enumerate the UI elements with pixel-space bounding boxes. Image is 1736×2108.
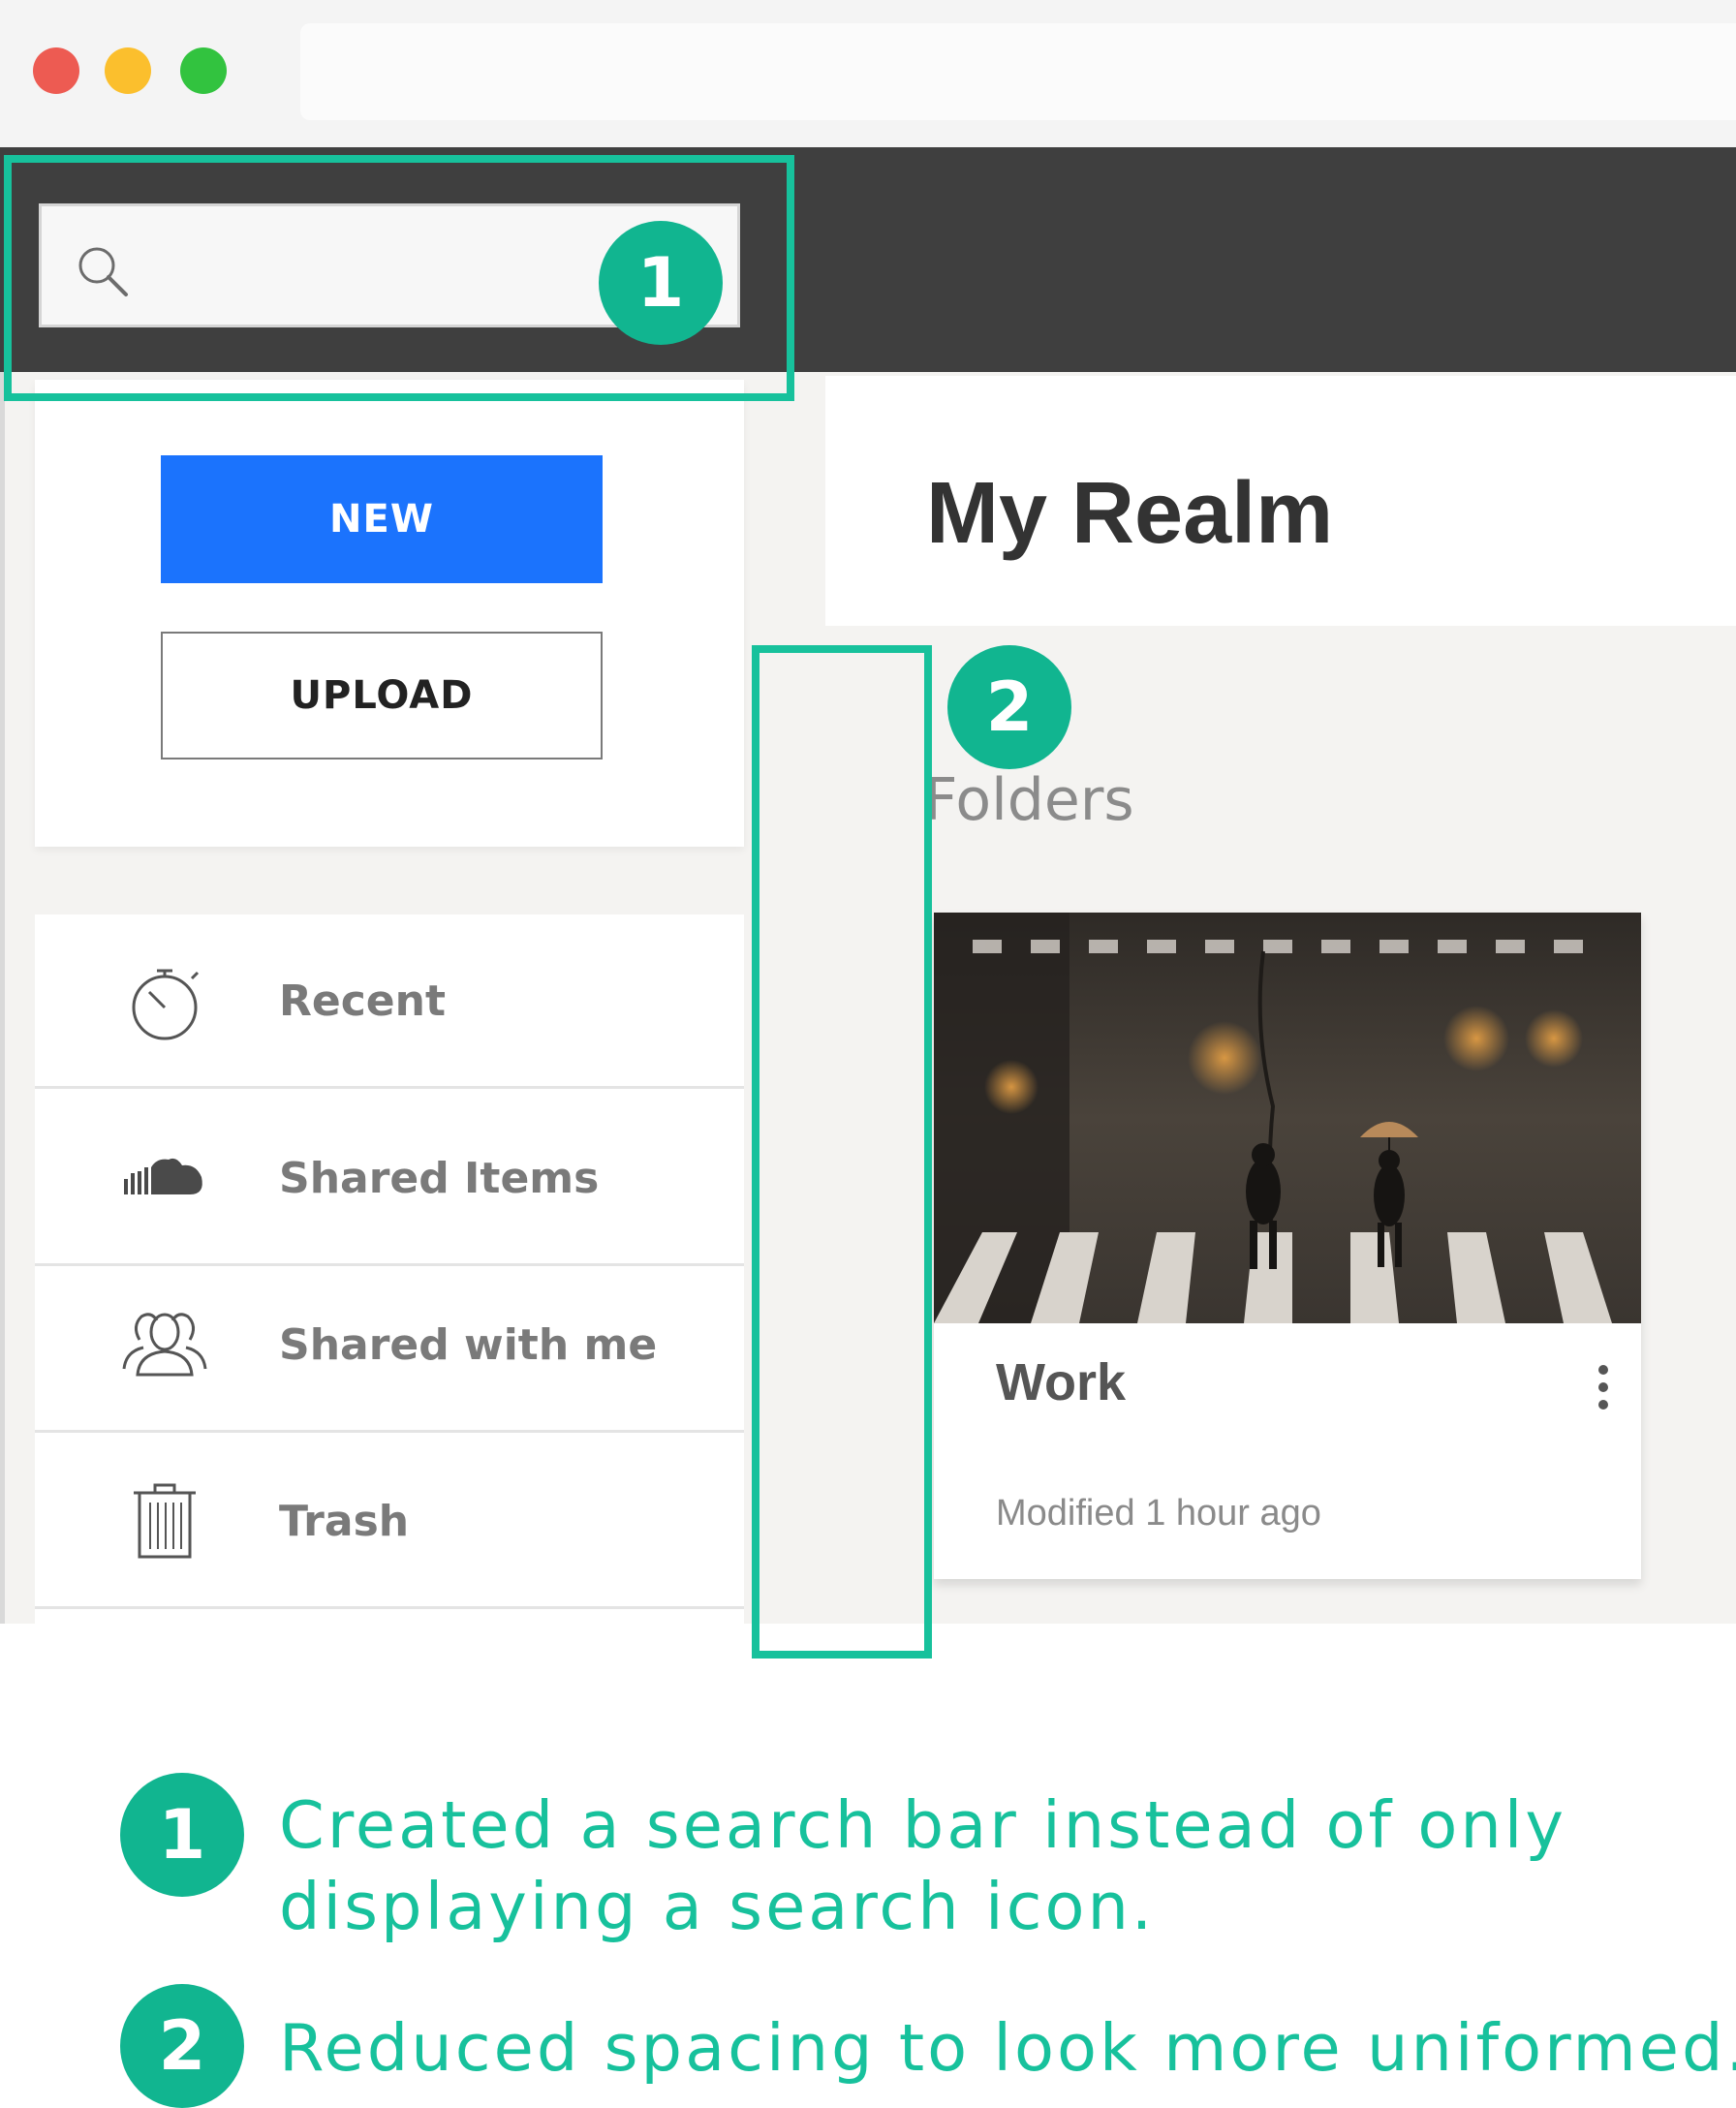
sidebar-item-label: Recent (279, 976, 447, 1026)
sidebar-item-recent[interactable]: Recent (35, 914, 744, 1089)
annotation-marker-2: 2 (947, 645, 1071, 769)
note-1-line-2: displaying a search icon. (279, 1869, 1156, 1944)
sidebar-item-label: Shared Items (279, 1154, 600, 1203)
close-window-button[interactable] (33, 47, 79, 94)
zoom-window-button[interactable] (180, 47, 227, 94)
annotation-marker-1: 1 (599, 221, 723, 345)
folder-name: Work (996, 1353, 1127, 1411)
sidebar-nav: Recent Shared Items Shared with me Trash (35, 914, 744, 1624)
trash-icon (134, 1483, 196, 1559)
new-button[interactable]: NEW (161, 455, 603, 583)
folders-heading: Folders (924, 766, 1134, 834)
cloud-icon (124, 1158, 202, 1194)
note-marker-2: 2 (120, 1984, 244, 2108)
sidebar-item-shared-items[interactable]: Shared Items (35, 1092, 744, 1266)
note-marker-1: 1 (120, 1773, 244, 1897)
note-1-line-1: Created a search bar instead of only (279, 1787, 1567, 1863)
note-2-text: Reduced spacing to look more uniformed. (279, 2010, 1736, 2086)
more-options-icon[interactable] (1589, 1358, 1618, 1416)
users-icon (122, 1313, 207, 1377)
minimize-window-button[interactable] (105, 47, 151, 94)
folder-card[interactable]: Work Modified 1 hour ago (934, 913, 1641, 1579)
folder-thumbnail (934, 913, 1641, 1323)
stopwatch-icon (132, 969, 200, 1040)
upload-button[interactable]: UPLOAD (161, 632, 603, 760)
sidebar-item-label: Trash (279, 1497, 410, 1546)
sidebar-actions-panel (35, 380, 744, 847)
sidebar-item-shared-with-me[interactable]: Shared with me (35, 1258, 744, 1433)
sidebar-item-label: Shared with me (279, 1320, 658, 1370)
page-title: My Realm (926, 465, 1334, 562)
highlight-box-spacing (752, 645, 932, 1658)
sidebar-item-trash[interactable]: Trash (35, 1435, 744, 1609)
folder-modified-time: Modified 1 hour ago (996, 1493, 1321, 1534)
address-bar[interactable] (300, 23, 1736, 120)
